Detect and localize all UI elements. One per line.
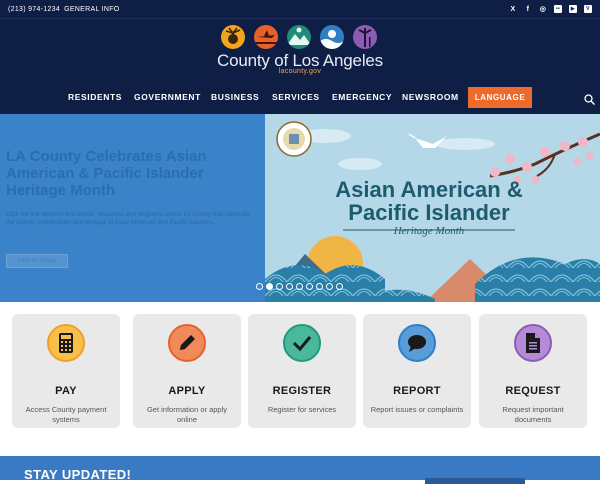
carousel-dot-6[interactable] <box>306 283 313 290</box>
youtube-icon[interactable]: ▶ <box>569 5 577 13</box>
carousel-dot-9[interactable] <box>336 283 343 290</box>
speech-bubble-icon <box>408 335 426 352</box>
carousel-dot-1[interactable] <box>256 283 263 290</box>
request-title: REQUEST <box>505 385 561 397</box>
pay-icon-circle <box>47 324 85 362</box>
pay-card[interactable]: PAY Access County payment systems <box>12 314 120 428</box>
banner-subtitle: Heritage Month <box>393 225 465 237</box>
nav-business[interactable]: BUSINESS <box>211 92 259 102</box>
facebook-icon[interactable]: f <box>524 5 532 13</box>
site-header: County of Los Angeles lacounty.gov RESID… <box>0 19 600 114</box>
request-description: Request important documents <box>502 405 564 424</box>
apply-icon-circle <box>168 324 206 362</box>
register-card[interactable]: REGISTER Register for services <box>248 314 356 428</box>
contact-info: (213) 974-1234 GENERAL INFO <box>8 6 120 13</box>
hero-body: Click the link below to find events, res… <box>6 212 250 226</box>
nav-government[interactable]: GOVERNMENT <box>134 92 201 102</box>
nav-newsroom[interactable]: NEWSROOM <box>402 92 459 102</box>
carousel-dot-2[interactable] <box>266 283 273 290</box>
instagram-icon[interactable]: ◎ <box>539 5 547 13</box>
site-url: lacounty.gov <box>278 68 322 75</box>
apply-description: Get information or apply online <box>146 405 228 424</box>
pencil-icon <box>180 335 195 350</box>
palm-trees-logo-icon <box>353 25 377 49</box>
carousel-pagination <box>256 283 343 290</box>
carousel-dot-7[interactable] <box>316 283 323 290</box>
request-icon-circle <box>514 324 552 362</box>
social-links: Xf ◎ •• ▶ V <box>509 5 592 13</box>
vimeo-icon[interactable]: V <box>584 5 592 13</box>
ocean-wave-logo-icon <box>320 25 344 49</box>
report-description: Report issues or complaints <box>370 405 464 414</box>
search-icon[interactable] <box>584 92 595 105</box>
mountains-logo-icon <box>287 25 311 49</box>
quick-actions: PAY Access County payment systems APPLY … <box>0 302 600 454</box>
report-card[interactable]: REPORT Report issues or complaints <box>363 314 471 428</box>
nav-emergency[interactable]: EMERGENCY <box>332 92 392 102</box>
general-info-link[interactable]: GENERAL INFO <box>64 6 119 13</box>
register-icon-circle <box>283 324 321 362</box>
banner-title-line2: Pacific Islander <box>348 200 510 225</box>
document-icon <box>526 333 540 353</box>
county-logo[interactable] <box>221 25 377 49</box>
register-title: REGISTER <box>272 385 332 397</box>
plane-logo-icon <box>254 25 278 49</box>
apply-card[interactable]: APPLY Get information or apply online <box>133 314 241 428</box>
hero-carousel: LA County Celebrates Asian American & Pa… <box>0 114 600 302</box>
hero-text-panel: LA County Celebrates Asian American & Pa… <box>0 114 265 302</box>
language-button[interactable]: LANGUAGE <box>468 87 532 108</box>
hero-title: LA County Celebrates Asian American & Pa… <box>6 148 207 199</box>
hero-banner-image[interactable]: Asian American & Pacific Islander Herita… <box>265 114 600 302</box>
nav-residents[interactable]: RESIDENTS <box>68 92 122 102</box>
flickr-icon[interactable]: •• <box>554 5 562 13</box>
carousel-dot-4[interactable] <box>286 283 293 290</box>
x-icon[interactable]: X <box>509 5 517 13</box>
carousel-dot-5[interactable] <box>296 283 303 290</box>
pay-title: PAY <box>55 385 77 397</box>
report-icon-circle <box>398 324 436 362</box>
utility-bar: (213) 974-1234 GENERAL INFO Xf ◎ •• ▶ V <box>0 0 600 19</box>
nav-services[interactable]: SERVICES <box>272 92 320 102</box>
phone-link[interactable]: (213) 974-1234 <box>8 6 60 13</box>
newsletter-section: STAY UPDATED! <box>0 454 600 484</box>
checkmark-icon <box>292 336 312 352</box>
main-navigation: RESIDENTS GOVERNMENT BUSINESS SERVICES E… <box>0 87 600 109</box>
calculator-icon <box>59 333 73 353</box>
carousel-dot-3[interactable] <box>276 283 283 290</box>
banner-title-line1: Asian American & <box>335 177 523 202</box>
request-card[interactable]: REQUEST Request important documents <box>479 314 587 428</box>
sun-palm-logo-icon <box>221 25 245 49</box>
carousel-dot-8[interactable] <box>326 283 333 290</box>
report-title: REPORT <box>393 385 441 397</box>
register-description: Register for services <box>267 405 337 414</box>
hero-details-button[interactable]: Click for Details <box>6 254 68 268</box>
newsletter-input[interactable] <box>425 478 525 484</box>
pay-description: Access County payment systems <box>25 405 107 424</box>
apply-title: APPLY <box>168 385 206 397</box>
